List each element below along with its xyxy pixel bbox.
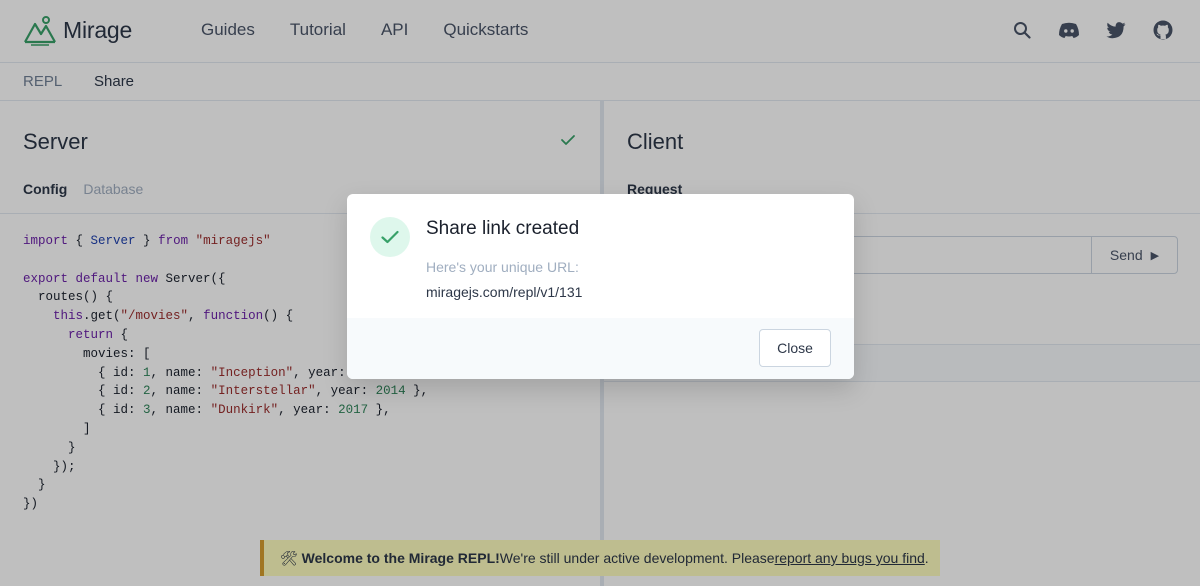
close-button[interactable]: Close [759,329,831,367]
share-link-modal: Share link created Here's your unique UR… [347,194,854,379]
modal-footer: Close [347,318,854,379]
modal-body: Share link created Here's your unique UR… [347,194,854,318]
share-url[interactable]: miragejs.com/repl/v1/131 [426,284,582,300]
success-check-icon [370,217,410,257]
modal-subtitle: Here's your unique URL: [426,259,579,275]
modal-title: Share link created [426,218,580,239]
